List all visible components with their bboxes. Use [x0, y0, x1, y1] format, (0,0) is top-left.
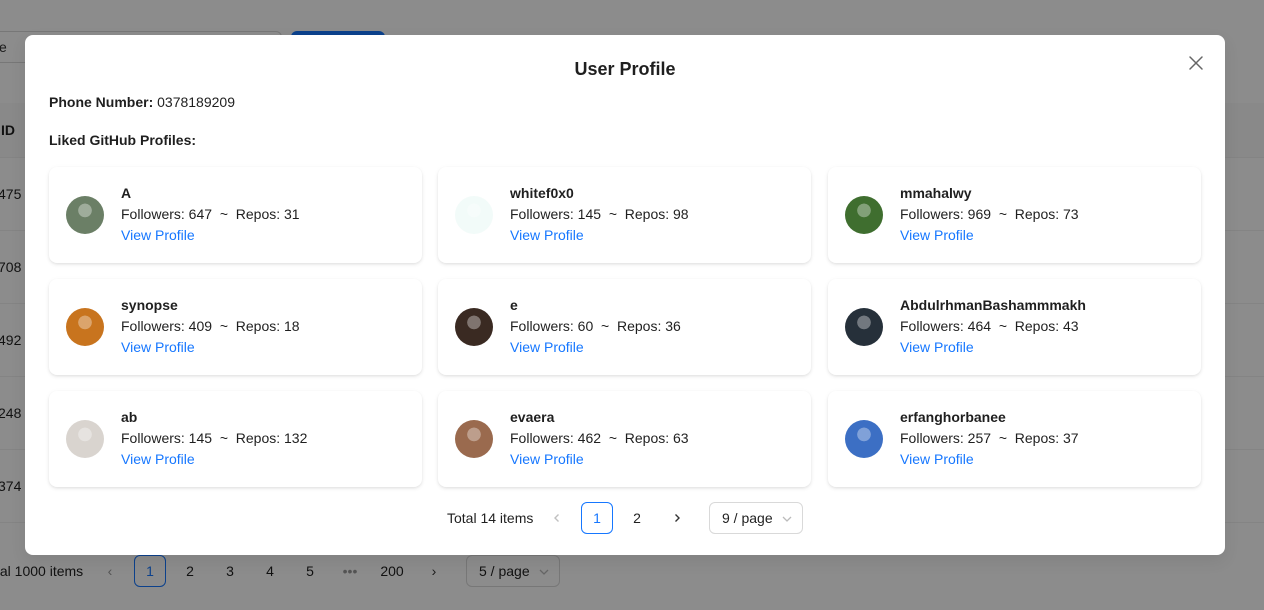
close-button[interactable]: [1185, 52, 1207, 74]
view-profile-link[interactable]: View Profile: [121, 339, 195, 355]
avatar: [455, 196, 493, 234]
profile-card: e Followers: 60 ~ Repos: 36 View Profile: [438, 279, 811, 375]
view-profile-link[interactable]: View Profile: [510, 339, 584, 355]
profile-username: synopse: [121, 297, 178, 313]
profile-username: A: [121, 185, 132, 201]
profile-username: erfanghorbanee: [900, 409, 1006, 425]
avatar: [455, 420, 493, 458]
view-profile-link[interactable]: View Profile: [900, 339, 974, 355]
chevron-down-icon: [782, 516, 792, 522]
phone-value: 0378189209: [157, 94, 235, 110]
profile-username: evaera: [510, 409, 555, 425]
view-profile-link[interactable]: View Profile: [900, 451, 974, 467]
profile-card: AbdulrhmanBashammmakh Followers: 464 ~ Re…: [828, 279, 1201, 375]
avatar: [845, 420, 883, 458]
chevron-left-icon: [554, 514, 559, 522]
user-profile-modal: User Profile Phone Number: 0378189209 Li…: [25, 35, 1225, 555]
modal-title: User Profile: [574, 59, 676, 79]
page-button[interactable]: 2: [621, 502, 653, 534]
profile-username: AbdulrhmanBashammmakh: [900, 297, 1086, 313]
profile-stats: Followers: 145 ~ Repos: 132: [121, 430, 308, 446]
profile-card: erfanghorbanee Followers: 257 ~ Repos: 37…: [828, 391, 1201, 487]
avatar: [455, 308, 493, 346]
profile-stats: Followers: 969 ~ Repos: 73: [900, 206, 1079, 222]
page-size-select[interactable]: 9 / page: [709, 502, 803, 534]
profile-card: ab Followers: 145 ~ Repos: 132 View Profil…: [49, 391, 422, 487]
chevron-right-icon: [675, 514, 680, 522]
profile-card: mmahalwy Followers: 969 ~ Repos: 73 View P…: [828, 167, 1201, 263]
profile-username: whitef0x0: [510, 185, 574, 201]
avatar: [845, 196, 883, 234]
view-profile-link[interactable]: View Profile: [510, 451, 584, 467]
profiles-pagination: Total 14 items 1 2 9 / page: [25, 502, 1225, 534]
profile-username: e: [510, 297, 518, 313]
profile-card: A Followers: 647 ~ Repos: 31 View Profile: [49, 167, 422, 263]
page-size-value: 9 / page: [722, 510, 773, 526]
profile-stats: Followers: 462 ~ Repos: 63: [510, 430, 689, 446]
view-profile-link[interactable]: View Profile: [510, 227, 584, 243]
profile-username: mmahalwy: [900, 185, 972, 201]
prev-page-button[interactable]: [541, 502, 573, 534]
avatar: [66, 420, 104, 458]
profile-stats: Followers: 257 ~ Repos: 37: [900, 430, 1079, 446]
next-page-button[interactable]: [661, 502, 693, 534]
view-profile-link[interactable]: View Profile: [900, 227, 974, 243]
profile-stats: Followers: 464 ~ Repos: 43: [900, 318, 1079, 334]
profile-card: whitef0x0 Followers: 145 ~ Repos: 98 View …: [438, 167, 811, 263]
avatar: [66, 196, 104, 234]
profile-card: synopse Followers: 409 ~ Repos: 18 View Pr…: [49, 279, 422, 375]
liked-profiles-heading: Liked GitHub Profiles:: [49, 132, 197, 148]
view-profile-link[interactable]: View Profile: [121, 451, 195, 467]
profile-stats: Followers: 647 ~ Repos: 31: [121, 206, 300, 222]
page-button[interactable]: 1: [581, 502, 613, 534]
profile-stats: Followers: 145 ~ Repos: 98: [510, 206, 689, 222]
total-items: Total 14 items: [447, 510, 534, 526]
profile-card: evaera Followers: 462 ~ Repos: 63 View Pro…: [438, 391, 811, 487]
profile-stats: Followers: 409 ~ Repos: 18: [121, 318, 300, 334]
phone-label: Phone Number:: [49, 94, 154, 110]
profile-username: ab: [121, 409, 138, 425]
close-icon: [1189, 56, 1203, 70]
phone-number: Phone Number: 0378189209: [49, 94, 235, 110]
avatar: [845, 308, 883, 346]
avatar: [66, 308, 104, 346]
profile-stats: Followers: 60 ~ Repos: 36: [510, 318, 681, 334]
view-profile-link[interactable]: View Profile: [121, 227, 195, 243]
